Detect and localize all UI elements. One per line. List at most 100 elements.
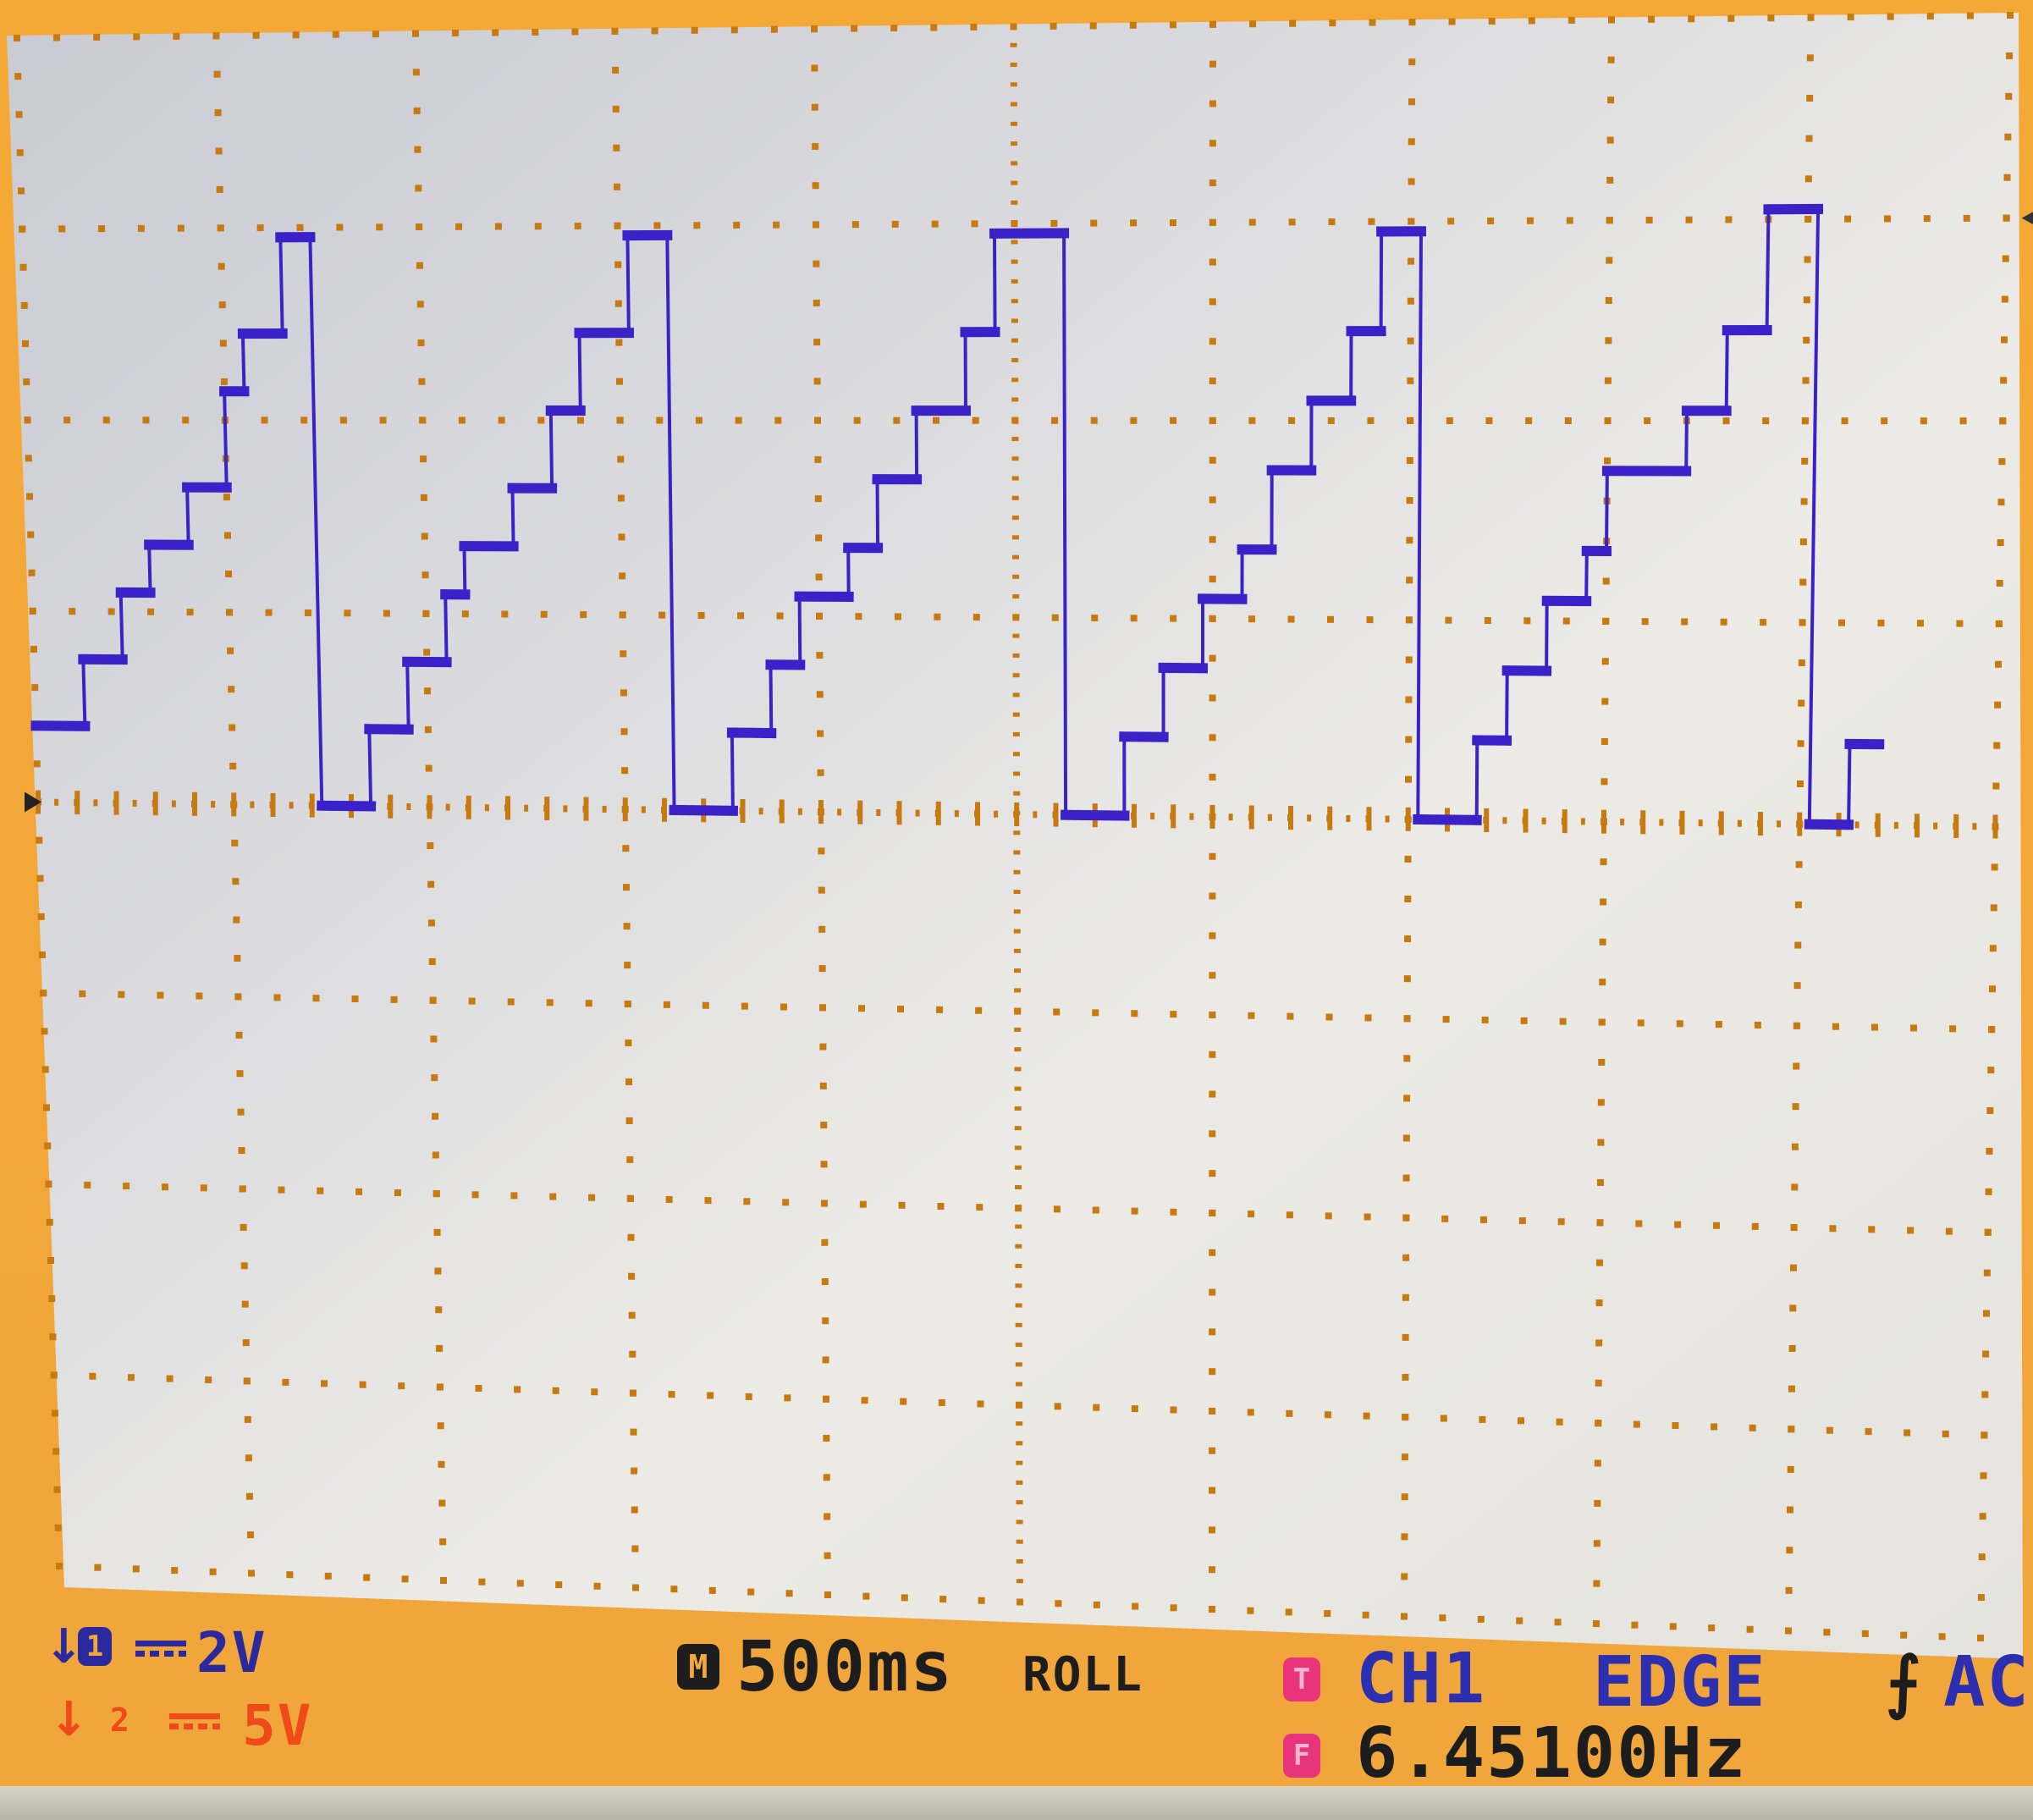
- timebase-value[interactable]: 500ms: [736, 1627, 954, 1707]
- grid-dot: [954, 810, 959, 818]
- grid-dot: [1598, 1018, 1606, 1026]
- grid-dot: [1518, 1217, 1526, 1225]
- grid-dot: [229, 724, 236, 731]
- grid-dot: [1366, 616, 1374, 624]
- grid-dot: [1564, 417, 1572, 425]
- grid-dot: [1685, 216, 1693, 223]
- grid-dot: [532, 28, 539, 36]
- grid-dot: [1011, 495, 1019, 500]
- grid-dot: [2004, 133, 2012, 141]
- grid-dot: [1997, 539, 2004, 547]
- ch2-volts-per-div[interactable]: 5V: [242, 1693, 312, 1758]
- grid-dot: [813, 221, 819, 229]
- grid-dot: [18, 187, 25, 195]
- grid-dot: [1989, 945, 1997, 952]
- grid-dot: [1209, 734, 1216, 742]
- grid-dot: [619, 572, 626, 580]
- grid-dot: [1014, 988, 1022, 993]
- grid-dot: [813, 299, 820, 306]
- grid-dot: [1011, 161, 1018, 166]
- grid-dot: [1013, 890, 1021, 895]
- grid-dot: [621, 767, 629, 775]
- grid-dot: [1011, 338, 1018, 343]
- grid-dot: [1209, 852, 1216, 860]
- grid-dot: [118, 990, 125, 998]
- grid-dot: [641, 806, 646, 813]
- grid-dot: [818, 886, 825, 894]
- ch1-volts-per-div[interactable]: 2V: [196, 1620, 267, 1685]
- grid-dot: [45, 1180, 52, 1188]
- grid-dot: [324, 1572, 332, 1580]
- grid-dot: [1595, 1379, 1602, 1387]
- grid-dot: [1015, 1303, 1022, 1308]
- grid-dot: [1791, 1143, 1799, 1150]
- grid-dot: [625, 1117, 633, 1124]
- grid-dot: [1407, 377, 1414, 384]
- grid-dot: [1016, 1519, 1023, 1525]
- grid-dot: [1754, 1021, 1761, 1029]
- grid-dot: [1209, 218, 1216, 226]
- grid-dot: [1648, 15, 1656, 23]
- grid-dot: [418, 378, 426, 385]
- grid-dot: [1209, 1447, 1216, 1454]
- grid-dot: [814, 495, 822, 503]
- acquisition-mode[interactable]: ROLL: [1022, 1647, 1143, 1702]
- grid-dot: [54, 1524, 62, 1531]
- grid-dot: [1801, 457, 1809, 465]
- grid-dot: [415, 185, 422, 192]
- grid-dot: [1405, 696, 1413, 703]
- axis-tick: [466, 795, 471, 819]
- grid-dot: [1920, 417, 1927, 425]
- grid-dot: [1093, 1404, 1100, 1411]
- grid-dot: [1485, 416, 1493, 424]
- grid-dot: [1011, 180, 1018, 185]
- grid-dot: [1593, 1580, 1601, 1587]
- axis-tick: [113, 791, 119, 815]
- grid-dot: [1566, 217, 1573, 224]
- grid-dot: [1209, 654, 1216, 662]
- grid-dot: [406, 803, 411, 811]
- grid-dot: [1480, 1216, 1488, 1223]
- grid-dot: [1600, 858, 1607, 866]
- grid-dot: [821, 1238, 829, 1246]
- grid-dot: [1402, 1214, 1410, 1222]
- trigger-source[interactable]: CH1: [1356, 1639, 1486, 1719]
- grid-dot: [289, 802, 294, 809]
- grid-dot: [1601, 737, 1608, 745]
- grid-dot: [1368, 218, 1375, 225]
- grid-dot: [93, 33, 101, 41]
- grid-dot: [813, 260, 820, 267]
- grid-dot: [1597, 1099, 1605, 1106]
- grid-dot: [1907, 1227, 1915, 1234]
- grid-dot: [1249, 20, 1257, 28]
- grid-dot: [236, 1070, 244, 1078]
- grid-dot: [53, 34, 61, 41]
- grid-dot: [1011, 220, 1018, 228]
- grid-dot: [1408, 19, 1416, 26]
- grid-dot: [1988, 1026, 1996, 1034]
- grid-dot: [1801, 417, 1809, 425]
- grid-dot: [1601, 698, 1609, 705]
- trigger-coupling[interactable]: AC: [1943, 1642, 2030, 1723]
- grid-dot: [1688, 15, 1695, 23]
- grid-dot: [1014, 1086, 1022, 1091]
- grid-dot: [1807, 14, 1815, 21]
- grid-dot: [1995, 620, 2003, 627]
- grid-dot: [614, 261, 622, 268]
- grid-dot: [773, 221, 780, 229]
- grid-dot: [1881, 417, 1888, 425]
- grid-dot: [56, 1563, 63, 1569]
- grid-dot: [1749, 1424, 1756, 1431]
- grid-dot: [432, 1151, 439, 1159]
- grid-dot: [2006, 52, 2014, 59]
- axis-tick: [309, 793, 315, 818]
- grid-dot: [730, 26, 738, 34]
- axis-tick: [1953, 813, 1959, 838]
- grid-dot: [894, 613, 901, 620]
- grid-dot: [216, 185, 223, 193]
- trigger-type[interactable]: EDGE: [1593, 1642, 1766, 1723]
- grid-dot: [613, 144, 620, 152]
- grid-dot: [1479, 1415, 1486, 1423]
- grid-dot: [1325, 1212, 1332, 1220]
- grid-dot: [1605, 337, 1612, 345]
